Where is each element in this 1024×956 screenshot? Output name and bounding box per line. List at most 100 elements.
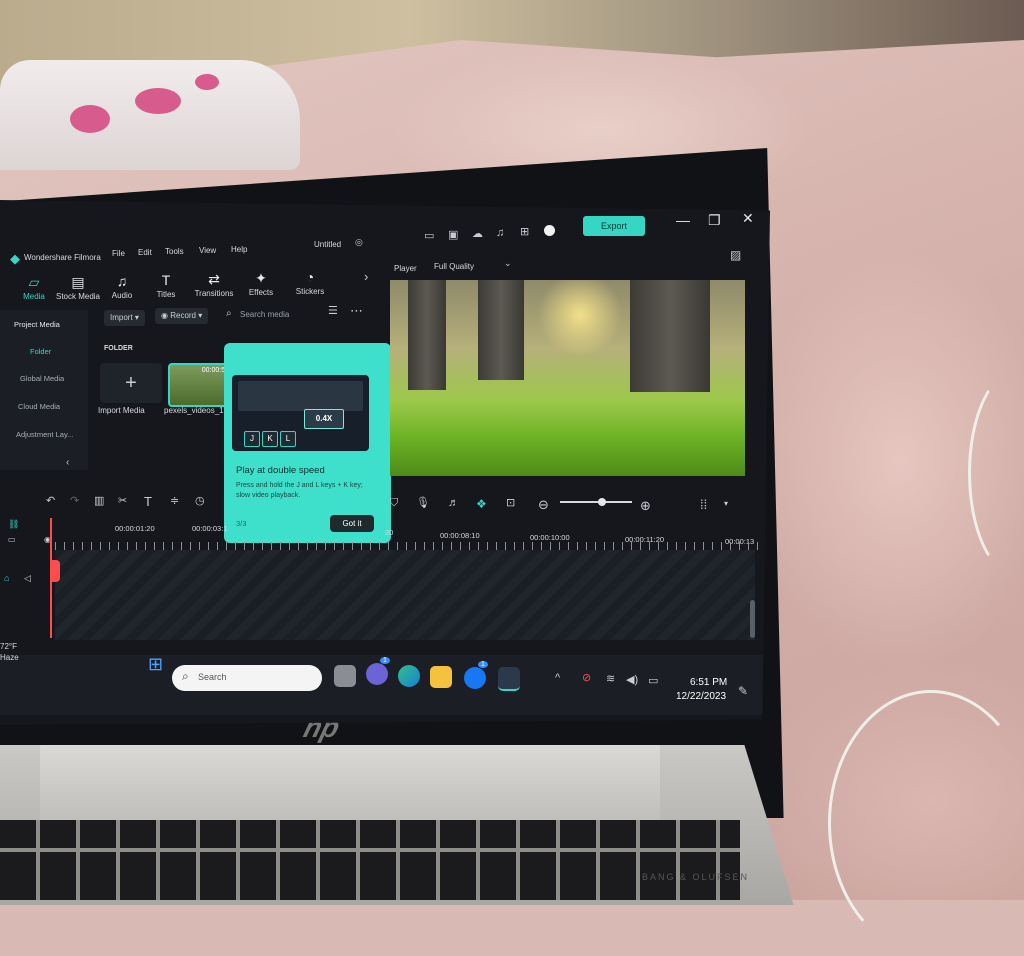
timeline-scrollbar[interactable] bbox=[750, 600, 755, 638]
undo-icon[interactable]: ↶ bbox=[46, 496, 55, 507]
mic-icon[interactable]: 🎙 bbox=[416, 498, 430, 509]
chevron-right-icon[interactable]: › bbox=[364, 270, 368, 283]
clock-date[interactable]: 12/22/2023 bbox=[676, 691, 726, 702]
chevron-down-icon[interactable]: ⌄ bbox=[504, 259, 512, 268]
restore-icon[interactable]: ❐ bbox=[708, 212, 721, 229]
zoom-out-icon[interactable]: ⊖ bbox=[538, 498, 549, 511]
facebook-icon[interactable]: 1 bbox=[464, 661, 488, 689]
export-button[interactable]: Export bbox=[583, 216, 645, 236]
clock-time[interactable]: 6:51 PM bbox=[690, 677, 727, 688]
sidebar-item-project-media[interactable]: Project Media bbox=[14, 320, 60, 329]
tab-effects[interactable]: ✦ Effects bbox=[235, 270, 287, 297]
menu-help[interactable]: Help bbox=[231, 245, 247, 254]
taskbar-search-input[interactable]: ⌕ Search bbox=[172, 665, 322, 691]
lock-icon[interactable]: ⌂ bbox=[4, 574, 9, 583]
snapshot-icon[interactable]: ▨ bbox=[730, 249, 741, 261]
voiceover-icon[interactable]: ♬ bbox=[448, 498, 459, 509]
tab-titles[interactable]: T Titles bbox=[140, 272, 192, 299]
transition-icon: ⇄ bbox=[208, 271, 220, 287]
laptop-screen: ◆ Wondershare Filmora File Edit Tools Vi… bbox=[0, 200, 770, 725]
marker-icon[interactable]: ⛉ bbox=[390, 498, 398, 509]
import-media-label: Import Media bbox=[98, 406, 145, 415]
chevron-down-icon[interactable]: ▾ bbox=[724, 500, 728, 508]
zoom-slider-thumb[interactable] bbox=[598, 498, 606, 506]
close-icon[interactable]: ✕ bbox=[742, 210, 754, 227]
sidebar-item-adjustment-layer[interactable]: Adjustment Lay... bbox=[16, 430, 73, 439]
tab-stickers[interactable]: ◔ Stickers bbox=[284, 269, 336, 296]
task-view-icon[interactable] bbox=[334, 665, 356, 687]
windows-start-icon[interactable]: ⊞ bbox=[148, 655, 163, 673]
ruler-label: 00:00:03:1 bbox=[192, 524, 228, 533]
zoom-slider[interactable] bbox=[560, 498, 632, 506]
notification-blocked-icon[interactable]: ⊘ bbox=[582, 673, 591, 684]
volume-icon[interactable]: ◀) bbox=[626, 675, 638, 686]
cloud-icon[interactable]: ☁ bbox=[472, 229, 483, 240]
plus-icon: + bbox=[125, 372, 137, 394]
key-j: J bbox=[244, 431, 260, 447]
more-options-icon[interactable]: ⋯ bbox=[350, 304, 363, 317]
media-sidebar: Project Media Folder Global Media Cloud … bbox=[0, 310, 88, 470]
filmora-taskbar-icon[interactable] bbox=[498, 667, 520, 691]
playhead-handle[interactable] bbox=[52, 560, 60, 582]
teams-icon[interactable]: 1 bbox=[366, 657, 390, 685]
clip-name: pexels_videos_1... bbox=[164, 406, 231, 415]
folder-track-icon[interactable]: ▭ bbox=[8, 536, 16, 544]
minimize-icon[interactable]: — bbox=[676, 212, 690, 228]
fit-icon[interactable]: ⊡ bbox=[506, 498, 515, 509]
folder-heading: FOLDER bbox=[104, 345, 133, 352]
text-icon[interactable]: T bbox=[144, 495, 152, 508]
delete-icon[interactable]: ▥ bbox=[94, 496, 104, 507]
file-explorer-icon[interactable] bbox=[430, 666, 452, 688]
weather-temp[interactable]: 72°F bbox=[0, 642, 17, 651]
record-dropdown-label: Record bbox=[170, 311, 197, 320]
menu-edit[interactable]: Edit bbox=[138, 248, 152, 257]
notifications-icon[interactable]: ✎ bbox=[738, 685, 748, 697]
ruler-label: 00:00:01:20 bbox=[115, 524, 155, 533]
import-dropdown[interactable]: Import ▾ bbox=[104, 310, 145, 326]
charging-cable bbox=[828, 690, 1024, 956]
grid-icon[interactable]: ⊞ bbox=[520, 227, 529, 238]
menu-file[interactable]: File bbox=[112, 249, 125, 258]
collapse-sidebar-icon[interactable]: ‹ bbox=[66, 458, 69, 468]
ai-icon[interactable]: ❖ bbox=[476, 498, 487, 510]
edge-icon[interactable] bbox=[398, 665, 420, 687]
timeline-track[interactable] bbox=[55, 550, 755, 640]
avatar[interactable] bbox=[544, 225, 555, 236]
tree-trunk bbox=[408, 280, 446, 390]
taskbar-search-placeholder: Search bbox=[198, 672, 227, 682]
chevron-up-icon[interactable]: ^ bbox=[555, 673, 560, 684]
battery-icon[interactable]: ▭ bbox=[648, 676, 658, 687]
wifi-icon[interactable]: ≋ bbox=[606, 674, 615, 685]
import-dropdown-label: Import bbox=[110, 313, 133, 322]
import-media-tile[interactable]: + bbox=[100, 363, 162, 403]
media-search-input[interactable]: Search media bbox=[240, 310, 289, 319]
zoom-in-icon[interactable]: ⊕ bbox=[640, 499, 651, 512]
menu-view[interactable]: View bbox=[199, 246, 216, 255]
sidebar-item-cloud-media[interactable]: Cloud Media bbox=[18, 402, 60, 411]
weather-desc[interactable]: Haze bbox=[0, 653, 19, 662]
record-dropdown[interactable]: ◉ Record ▾ bbox=[155, 308, 209, 324]
player-label: Player bbox=[394, 264, 417, 273]
adjust-icon[interactable]: ≑ bbox=[170, 496, 179, 507]
speed-badge: 0.4X bbox=[304, 409, 344, 429]
save-icon[interactable]: ▣ bbox=[448, 230, 458, 241]
layout-grid-icon[interactable]: ⁞⁞ bbox=[700, 498, 707, 511]
menu-tools[interactable]: Tools bbox=[165, 247, 184, 256]
headset-icon[interactable]: ♫ bbox=[496, 228, 504, 239]
quality-dropdown[interactable]: Full Quality bbox=[434, 262, 474, 271]
sidebar-item-global-media[interactable]: Global Media bbox=[20, 374, 64, 383]
layout-icon[interactable]: ▭ bbox=[424, 231, 434, 242]
video-preview[interactable] bbox=[390, 280, 745, 476]
windows-taskbar: 72°F Haze ⊞ ⌕ Search 1 1 ^ ⊘ ≋ ◀) ▭ 6:51… bbox=[0, 642, 770, 715]
scissors-icon[interactable]: ✂ bbox=[118, 496, 127, 507]
sidebar-item-folder[interactable]: Folder bbox=[30, 347, 51, 356]
filter-icon[interactable]: ☰ bbox=[328, 306, 338, 317]
tab-transitions[interactable]: ⇄ Transitions bbox=[188, 271, 240, 298]
teams-badge: 1 bbox=[380, 657, 390, 664]
timeline-ruler[interactable]: 00:00:01:20 00:00:03:1 20 00:00:08:10 00… bbox=[55, 520, 770, 550]
redo-icon[interactable]: ↷ bbox=[70, 496, 79, 507]
link-icon[interactable]: ⛓ bbox=[8, 520, 19, 529]
speed-icon[interactable]: ◷ bbox=[195, 496, 205, 507]
tip-title: Play at double speed bbox=[236, 465, 325, 476]
mute-icon[interactable]: ◁ bbox=[24, 574, 31, 583]
